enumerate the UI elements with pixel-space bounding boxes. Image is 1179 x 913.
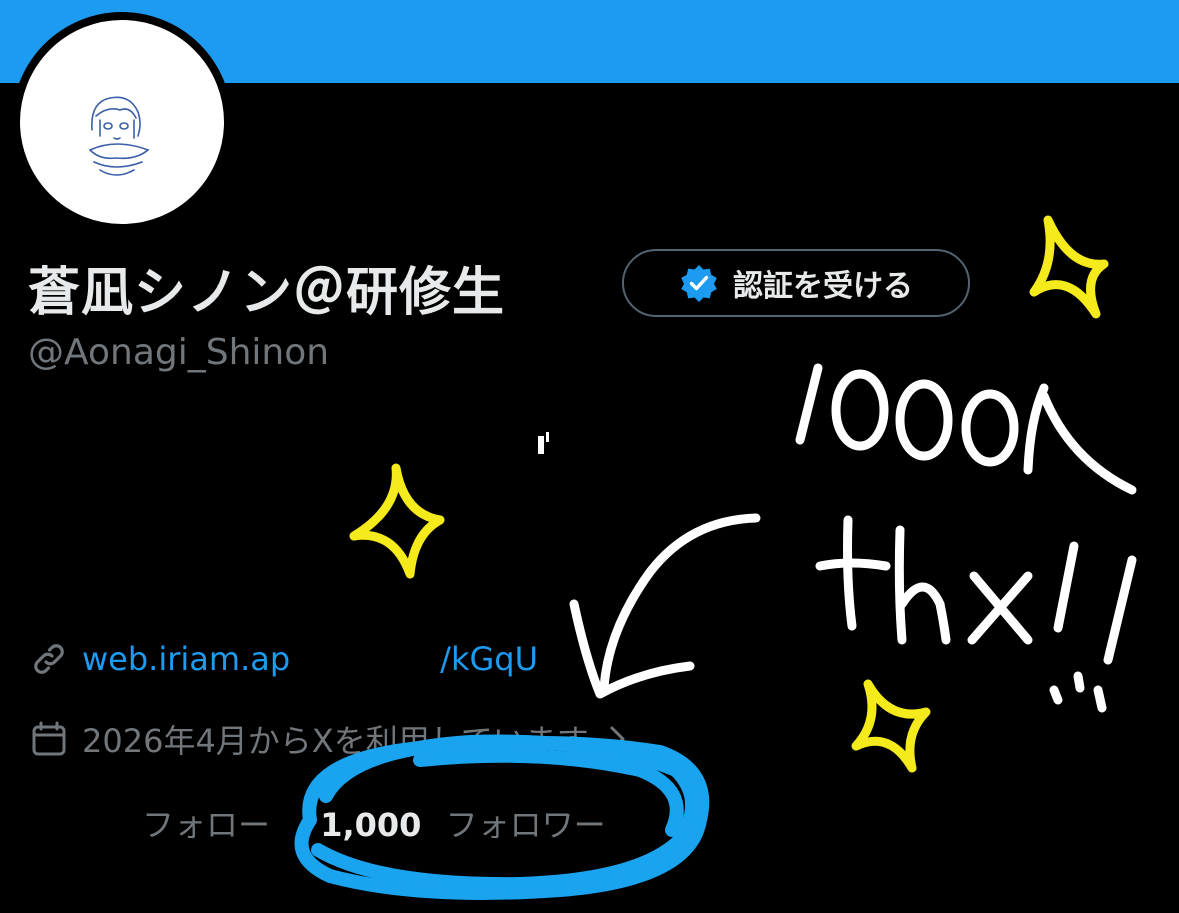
following-link[interactable]: フォロー bbox=[142, 806, 270, 844]
arrow-drawing bbox=[569, 513, 761, 699]
user-handle: @Aonagi_Shinon bbox=[28, 332, 330, 373]
get-verified-label: 認証を受ける bbox=[733, 269, 913, 304]
followers-link[interactable]: フォロワー bbox=[446, 806, 606, 844]
joined-date-text: 2026年4月からXを利用しています bbox=[82, 722, 589, 760]
profile-link-text[interactable]: web.iriam.ap/kGqU bbox=[82, 640, 538, 678]
bio-fragment bbox=[546, 432, 549, 442]
verified-badge-icon bbox=[681, 265, 717, 302]
chevron-right-icon[interactable] bbox=[603, 722, 631, 756]
handwritten-1000 bbox=[795, 363, 1137, 495]
followers-count[interactable]: 1,000 bbox=[320, 806, 421, 844]
follow-stats: フォロー 1,000 フォロワー bbox=[142, 800, 606, 846]
avatar-illustration bbox=[88, 96, 150, 176]
calendar-icon bbox=[32, 721, 66, 756]
sparkle-icon bbox=[1029, 215, 1109, 319]
profile-link[interactable]: web.iriam.ap/kGqU bbox=[30, 640, 538, 678]
avatar[interactable] bbox=[12, 12, 232, 232]
bio-fragment bbox=[538, 436, 544, 454]
sparkle-icon bbox=[349, 463, 445, 579]
get-verified-button[interactable]: 認証を受ける bbox=[622, 249, 970, 317]
display-name: 蒼凪シノン＠研修生 bbox=[28, 263, 506, 323]
link-icon bbox=[34, 644, 64, 674]
handwritten-thx bbox=[815, 515, 1137, 713]
sparkle-icon bbox=[851, 679, 931, 773]
joined-date[interactable]: 2026年4月からXを利用しています bbox=[30, 716, 631, 762]
